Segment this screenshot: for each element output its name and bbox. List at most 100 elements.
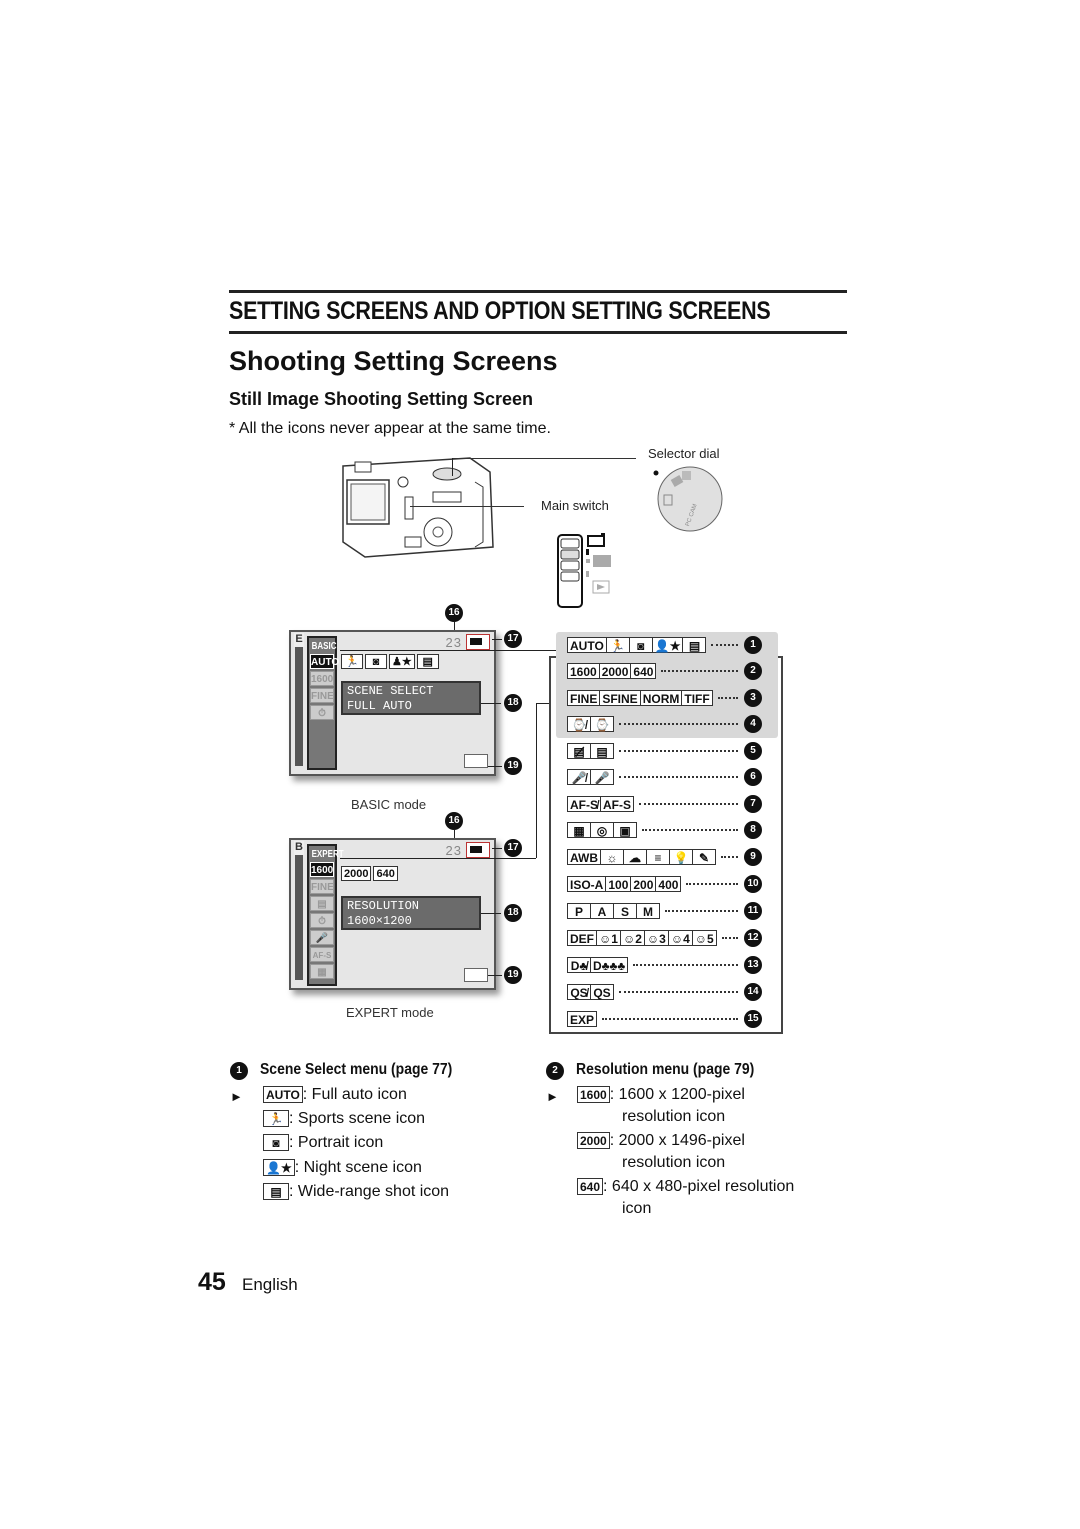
resolution-icon-row: 2000 640 bbox=[341, 866, 400, 881]
menu-cell-self-timer[interactable]: ⏱ bbox=[310, 705, 334, 720]
info-banner: RESOLUTION 1600×1200 bbox=[341, 896, 481, 930]
legend-leader-dots bbox=[661, 670, 738, 672]
legend-icon-tile: P bbox=[567, 903, 591, 919]
legend-icon-tile: ISO-A bbox=[567, 876, 607, 892]
menu-cell-af[interactable]: AF-S bbox=[310, 947, 334, 962]
info-banner: SCENE SELECT FULL AUTO bbox=[341, 681, 481, 715]
legend-icon-tile: ⌚̸ bbox=[567, 716, 591, 732]
scene-item-label: : Night scene icon bbox=[294, 1159, 422, 1176]
legend-row-10: ISO-A 100 200 400 10 bbox=[567, 875, 762, 893]
bottom-rule bbox=[229, 331, 847, 334]
legend-leader-dots bbox=[639, 803, 738, 805]
legend-row-7: AF-S̸ AF-S 7 bbox=[567, 795, 762, 813]
menu-cell-auto[interactable]: AUTO bbox=[310, 654, 339, 669]
menu-cell-quality[interactable]: FINE bbox=[310, 879, 334, 894]
menu-cell-mic[interactable]: 🎤 bbox=[310, 930, 334, 945]
basic-mode-screen: E BASIC AUTO 1600 FINE ⏱ 23 🏃 ◙ ♟★ ▤ SCE… bbox=[289, 630, 496, 776]
res-item-1600-cont: resolution icon bbox=[622, 1108, 726, 1125]
legend-icon-tile: 1600 bbox=[567, 663, 600, 679]
legend-icon-tile: A bbox=[590, 903, 614, 919]
scene-item-sports: 🏃: Sports scene icon bbox=[263, 1110, 425, 1128]
callout-17-basic-line bbox=[492, 639, 502, 640]
res-2000-tile[interactable]: 2000 bbox=[341, 866, 372, 881]
legend-icon-tile: SFINE bbox=[599, 690, 641, 706]
legend-number: 12 bbox=[744, 929, 762, 947]
legend-icon-tile: 2000 bbox=[598, 663, 632, 679]
legend-icon-tile: ▤ bbox=[682, 637, 707, 653]
legend-icon-tile: FINE bbox=[567, 690, 601, 706]
res-item-2000-cont: resolution icon bbox=[622, 1154, 726, 1171]
legend-icon-tile: 100 bbox=[605, 876, 632, 892]
legend-icon-tile: ≡ bbox=[646, 849, 670, 865]
legend-icon-tile: ☺5 bbox=[691, 930, 717, 946]
legend-tiles: EXP bbox=[567, 1011, 598, 1027]
screen-edge bbox=[295, 844, 303, 980]
legend-number: 3 bbox=[744, 689, 762, 707]
scene-item-label: : Full auto icon bbox=[302, 1086, 407, 1103]
scene-item-wide: ▤: Wide-range shot icon bbox=[263, 1183, 449, 1201]
menu-cell-quality[interactable]: FINE bbox=[310, 688, 334, 703]
legend-leader-dots bbox=[619, 750, 738, 752]
legend-tiles: FINE SFINE NORM TIFF bbox=[567, 690, 713, 706]
legend-icon-tile: ▦ bbox=[567, 822, 591, 838]
menu-cell-resolution[interactable]: 1600 bbox=[310, 862, 334, 877]
callout-18-basic: 18 bbox=[504, 694, 522, 712]
callout-19-basic: 19 bbox=[504, 757, 522, 775]
page-subheading: Still Image Shooting Setting Screen bbox=[229, 389, 534, 409]
legend-number: 9 bbox=[744, 848, 762, 866]
legend-icon-tile: D♣♣♣ bbox=[590, 957, 629, 973]
callout-16-basic: 16 bbox=[445, 604, 463, 622]
res-640-tile[interactable]: 640 bbox=[373, 866, 398, 881]
connector-basic bbox=[340, 650, 558, 651]
callout-17-expert-line bbox=[492, 848, 502, 849]
res-640-icon: 640 bbox=[577, 1178, 604, 1196]
legend-leader-dots bbox=[642, 829, 738, 831]
legend-icon-tile: 400 bbox=[655, 876, 682, 892]
basic-menu-column: BASIC AUTO 1600 FINE ⏱ bbox=[307, 636, 339, 770]
legend-row-13: D♣̸ D♣♣♣ 13 bbox=[567, 956, 762, 974]
legend-tiles: AUTO 🏃 ◙ 👤★ ▤ bbox=[567, 637, 707, 653]
scene-item-portrait: ◙: Portrait icon bbox=[263, 1134, 383, 1152]
night-scene-icon[interactable]: ♟★ bbox=[389, 654, 415, 669]
legend-icon-tile: ⌚ bbox=[590, 716, 614, 732]
legend-icon-tile: ☺4 bbox=[667, 930, 693, 946]
legend-icon-tile: TIFF bbox=[681, 690, 713, 706]
legend-icon-tile: NORM bbox=[639, 690, 683, 706]
page-heading: Shooting Setting Screens bbox=[229, 346, 558, 376]
legend-row-11: P A S M 11 bbox=[567, 902, 762, 920]
legend-number: 11 bbox=[744, 902, 762, 920]
wide-range-icon[interactable]: ▤ bbox=[416, 654, 439, 669]
res-item-1600: 1600: 1600 x 1200-pixel bbox=[577, 1086, 745, 1104]
legend-leader-dots bbox=[721, 937, 738, 939]
callout-19-expert: 19 bbox=[504, 966, 522, 984]
legend-row-6: 🎤̸ 🎤 6 bbox=[567, 768, 762, 786]
selector-dial-line bbox=[452, 458, 636, 459]
battery-icon bbox=[466, 634, 490, 650]
menu-cell-resolution[interactable]: 1600 bbox=[310, 671, 334, 686]
res-item-640: 640: 640 x 480-pixel resolution bbox=[577, 1178, 794, 1196]
legend-tiles: DEF ☺1 ☺2 ☺3 ☺4 ☺5 bbox=[567, 930, 717, 946]
wide-range-icon: ▤ bbox=[263, 1183, 289, 1201]
banner-line-2: 1600×1200 bbox=[347, 914, 412, 928]
shot-count: 23 bbox=[445, 635, 462, 650]
sports-icon[interactable]: 🏃 bbox=[341, 654, 363, 669]
legend-icon-tile: ▤ bbox=[590, 743, 614, 759]
legend-icon-tile: 👤★ bbox=[651, 637, 684, 653]
menu-cell-wide-range[interactable]: ▤ bbox=[310, 896, 334, 911]
scene-item-night: 👤★: Night scene icon bbox=[263, 1159, 422, 1177]
res-item-label: : 1600 x 1200-pixel bbox=[609, 1086, 745, 1103]
legend-icon-tile: EXP bbox=[567, 1011, 598, 1027]
side-letter: E bbox=[294, 633, 304, 647]
camera-illustration bbox=[342, 457, 494, 558]
portrait-icon[interactable]: ◙ bbox=[365, 654, 387, 669]
resolution-menu-title: Resolution menu (page 79) bbox=[576, 1061, 755, 1078]
callout-17-basic: 17 bbox=[504, 630, 522, 648]
note-text: * All the icons never appear at the same… bbox=[229, 420, 551, 437]
legend-number: 10 bbox=[744, 875, 762, 893]
legend-number: 6 bbox=[744, 768, 762, 786]
legend-icon-tile: ◙ bbox=[628, 637, 653, 653]
selector-dial-line-v bbox=[452, 458, 453, 476]
menu-cell-grid[interactable]: ▦ bbox=[310, 964, 334, 979]
menu-cell-self-timer[interactable]: ⏱ bbox=[310, 913, 334, 928]
legend-leader-dots bbox=[686, 883, 738, 885]
